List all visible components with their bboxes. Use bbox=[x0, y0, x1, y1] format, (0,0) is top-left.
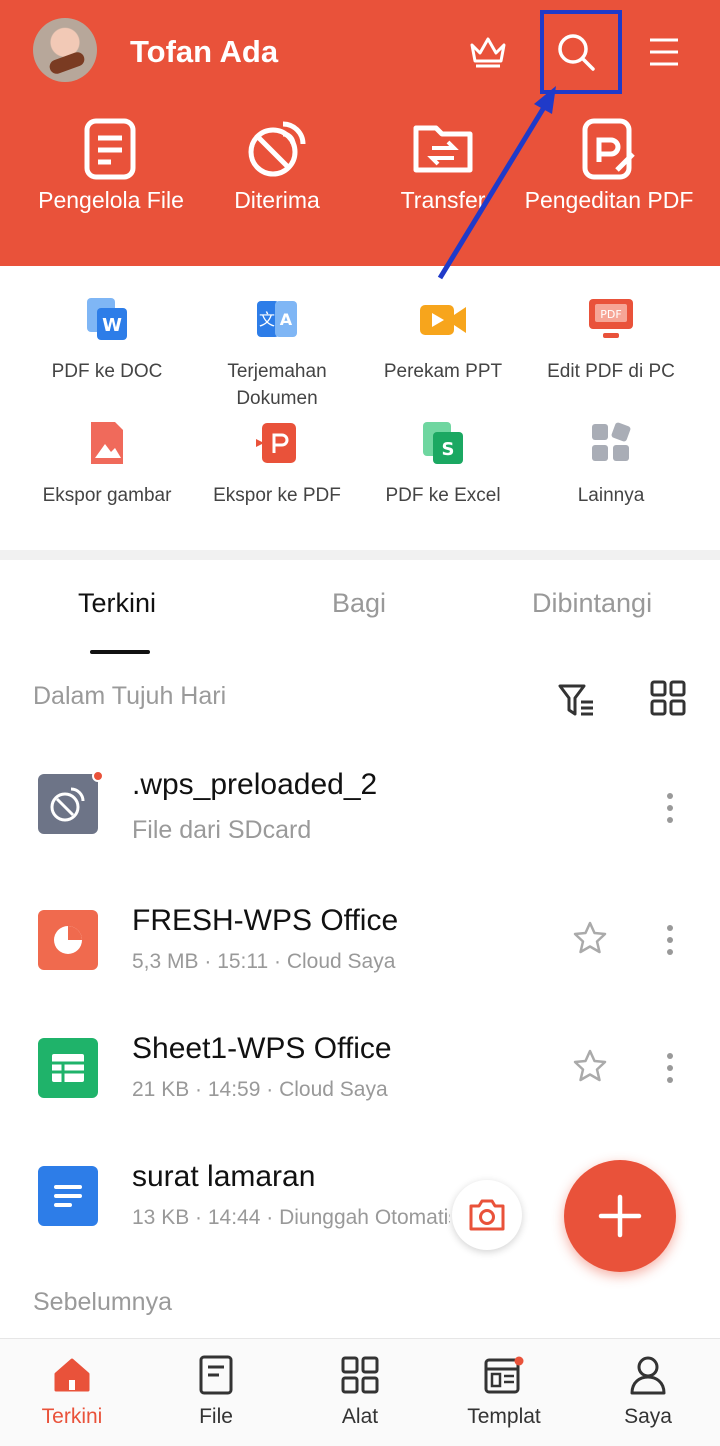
grid-view-icon[interactable] bbox=[650, 680, 690, 720]
nav-label: Templat bbox=[467, 1405, 541, 1428]
file-name: Sheet1-WPS Office bbox=[132, 1032, 392, 1065]
camera-scan-button[interactable] bbox=[452, 1180, 522, 1250]
export-image-icon bbox=[22, 418, 192, 468]
active-tab-indicator bbox=[90, 650, 150, 654]
file-icon bbox=[144, 1353, 288, 1397]
profile-icon bbox=[576, 1353, 720, 1397]
tool-ppt-recorder[interactable]: Perekam PPT bbox=[358, 294, 528, 385]
file-name: surat lamaran bbox=[132, 1160, 316, 1193]
pdf-to-excel-icon: S bbox=[358, 418, 528, 468]
more-options-icon[interactable] bbox=[660, 788, 680, 828]
star-icon[interactable] bbox=[572, 920, 608, 956]
star-icon[interactable] bbox=[572, 1048, 608, 1084]
pdf-pc-icon: PDF bbox=[526, 294, 696, 344]
file-meta: File dari SDcard bbox=[132, 816, 312, 844]
annotation-arrow bbox=[437, 86, 556, 280]
ppt-recorder-icon bbox=[358, 294, 528, 344]
tool-translate[interactable]: 文A Terjemahan Dokumen bbox=[192, 294, 362, 412]
nav-label: Alat bbox=[341, 1405, 379, 1428]
tool-label: Ekspor gambar bbox=[42, 485, 172, 506]
home-icon bbox=[0, 1353, 144, 1397]
spreadsheet-icon bbox=[38, 1038, 98, 1098]
nav-label: File bbox=[199, 1405, 233, 1428]
tool-pdf-to-excel[interactable]: S PDF ke Excel bbox=[358, 418, 528, 509]
more-apps-icon bbox=[526, 418, 696, 468]
tab-starred[interactable]: Dibintangi bbox=[532, 588, 652, 619]
more-options-icon[interactable] bbox=[660, 920, 680, 960]
tool-label: Perekam PPT bbox=[383, 361, 503, 382]
nav-profile[interactable]: Saya bbox=[576, 1353, 720, 1429]
tool-more[interactable]: Lainnya bbox=[526, 418, 696, 509]
file-name: .wps_preloaded_2 bbox=[132, 768, 378, 801]
tool-label: Edit PDF di PC bbox=[547, 361, 675, 382]
file-name: FRESH-WPS Office bbox=[132, 904, 399, 937]
translate-icon: 文A bbox=[192, 294, 362, 344]
tool-label: Ekspor ke PDF bbox=[213, 485, 341, 506]
file-meta: 13 KB · 14:44 · Diunggah Otomatis bbox=[132, 1206, 450, 1229]
file-meta: 21 KB · 14:59 · Cloud Saya bbox=[132, 1078, 388, 1101]
tools-grid-icon bbox=[288, 1353, 432, 1397]
section-title-earlier: Sebelumnya bbox=[33, 1288, 172, 1316]
file-row[interactable]: .wps_preloaded_2 File dari SDcard bbox=[0, 750, 720, 870]
tab-shared[interactable]: Bagi bbox=[332, 588, 386, 619]
tool-pdf-pc[interactable]: PDF Edit PDF di PC bbox=[526, 294, 696, 385]
svg-text:A: A bbox=[280, 310, 293, 329]
svg-text:PDF: PDF bbox=[600, 308, 621, 321]
tab-recent[interactable]: Terkini bbox=[78, 588, 156, 619]
document-icon bbox=[38, 1166, 98, 1226]
file-row[interactable]: FRESH-WPS Office 5,3 MB · 15:11 · Cloud … bbox=[0, 880, 720, 1000]
svg-text:文: 文 bbox=[259, 310, 275, 329]
tool-label: PDF ke Excel bbox=[385, 485, 501, 506]
new-badge bbox=[92, 770, 104, 782]
plus-icon bbox=[598, 1194, 642, 1238]
nav-template[interactable]: Templat bbox=[432, 1353, 576, 1429]
section-title-recent: Dalam Tujuh Hari bbox=[33, 682, 227, 710]
svg-text:S: S bbox=[442, 439, 455, 460]
section-divider bbox=[0, 550, 720, 560]
bottom-navigation: Terkini File Alat Templat Saya bbox=[0, 1338, 720, 1446]
tool-export-image[interactable]: Ekspor gambar bbox=[22, 418, 192, 509]
export-pdf-icon bbox=[192, 418, 362, 468]
received-folder-icon bbox=[38, 774, 98, 834]
tool-label: PDF ke DOC bbox=[51, 361, 163, 382]
file-meta: 5,3 MB · 15:11 · Cloud Saya bbox=[132, 950, 396, 973]
tool-label: Terjemahan Dokumen bbox=[227, 361, 327, 409]
nav-tools[interactable]: Alat bbox=[288, 1353, 432, 1429]
tool-pdf-to-doc[interactable]: W PDF ke DOC bbox=[22, 294, 192, 385]
nav-label: Terkini bbox=[41, 1405, 103, 1428]
file-row[interactable]: Sheet1-WPS Office 21 KB · 14:59 · Cloud … bbox=[0, 1008, 720, 1128]
tool-export-pdf[interactable]: Ekspor ke PDF bbox=[192, 418, 362, 509]
filter-icon[interactable] bbox=[556, 680, 596, 720]
pdf-to-doc-icon: W bbox=[22, 294, 192, 344]
svg-text:W: W bbox=[102, 315, 122, 336]
nav-label: Saya bbox=[624, 1405, 672, 1428]
more-options-icon[interactable] bbox=[660, 1048, 680, 1088]
tool-label: Lainnya bbox=[577, 485, 645, 506]
camera-icon bbox=[469, 1199, 505, 1231]
nav-file[interactable]: File bbox=[144, 1353, 288, 1429]
nav-recent[interactable]: Terkini bbox=[0, 1353, 144, 1429]
template-icon bbox=[432, 1353, 576, 1397]
create-new-button[interactable] bbox=[564, 1160, 676, 1272]
presentation-icon bbox=[38, 910, 98, 970]
